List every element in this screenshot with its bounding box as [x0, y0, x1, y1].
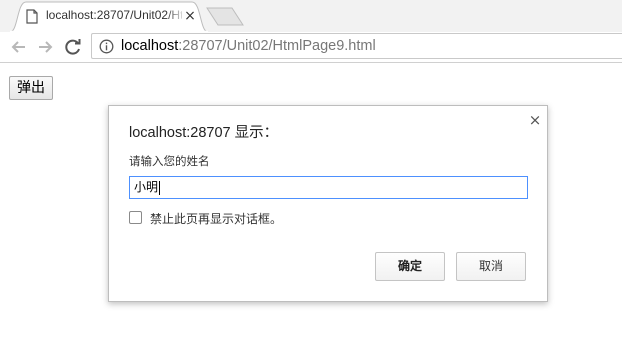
page-icon — [26, 9, 38, 24]
tab-strip: localhost:28707/Unit02/HtmlPage9.html × — [0, 0, 622, 32]
tab-close-icon[interactable]: × — [182, 8, 198, 24]
close-icon[interactable]: × — [527, 111, 543, 129]
dialog-message: 请输入您的姓名 — [129, 154, 210, 168]
reload-icon[interactable] — [62, 36, 84, 58]
ok-button[interactable]: 确定 — [375, 252, 445, 281]
text-caret — [159, 180, 161, 195]
browser-toolbar: localhost:28707/Unit02/HtmlPage9.html — [0, 32, 622, 63]
popup-button[interactable]: 弹出 — [9, 76, 53, 100]
url-path: :28707/Unit02/HtmlPage9.html — [178, 38, 376, 54]
url-host: localhost — [121, 38, 179, 54]
suppress-dialogs-label[interactable]: 禁止此页再显示对话框。 — [150, 210, 282, 227]
dialog-title: localhost:28707 显示： — [129, 125, 279, 141]
tab-title: localhost:28707/Unit02/HtmlPage9.html — [46, 8, 182, 22]
name-input-value: 小明 — [134, 180, 159, 194]
name-input[interactable]: 小明 — [129, 176, 528, 199]
new-tab-button[interactable] — [206, 7, 244, 26]
address-bar[interactable]: localhost:28707/Unit02/HtmlPage9.html — [91, 33, 622, 59]
browser-window: localhost:28707/Unit02/HtmlPage9.html × … — [0, 0, 622, 343]
browser-tab[interactable]: localhost:28707/Unit02/HtmlPage9.html × — [10, 1, 208, 32]
prompt-dialog: localhost:28707 显示： × 请输入您的姓名 小明 禁止此页再显示… — [108, 105, 548, 302]
cancel-button[interactable]: 取消 — [456, 252, 526, 281]
back-arrow-icon[interactable] — [8, 36, 30, 58]
suppress-dialogs-checkbox[interactable] — [129, 211, 142, 224]
url-text: localhost:28707/Unit02/HtmlPage9.html — [121, 38, 376, 54]
forward-arrow-icon[interactable] — [34, 36, 56, 58]
info-icon[interactable] — [99, 39, 114, 54]
